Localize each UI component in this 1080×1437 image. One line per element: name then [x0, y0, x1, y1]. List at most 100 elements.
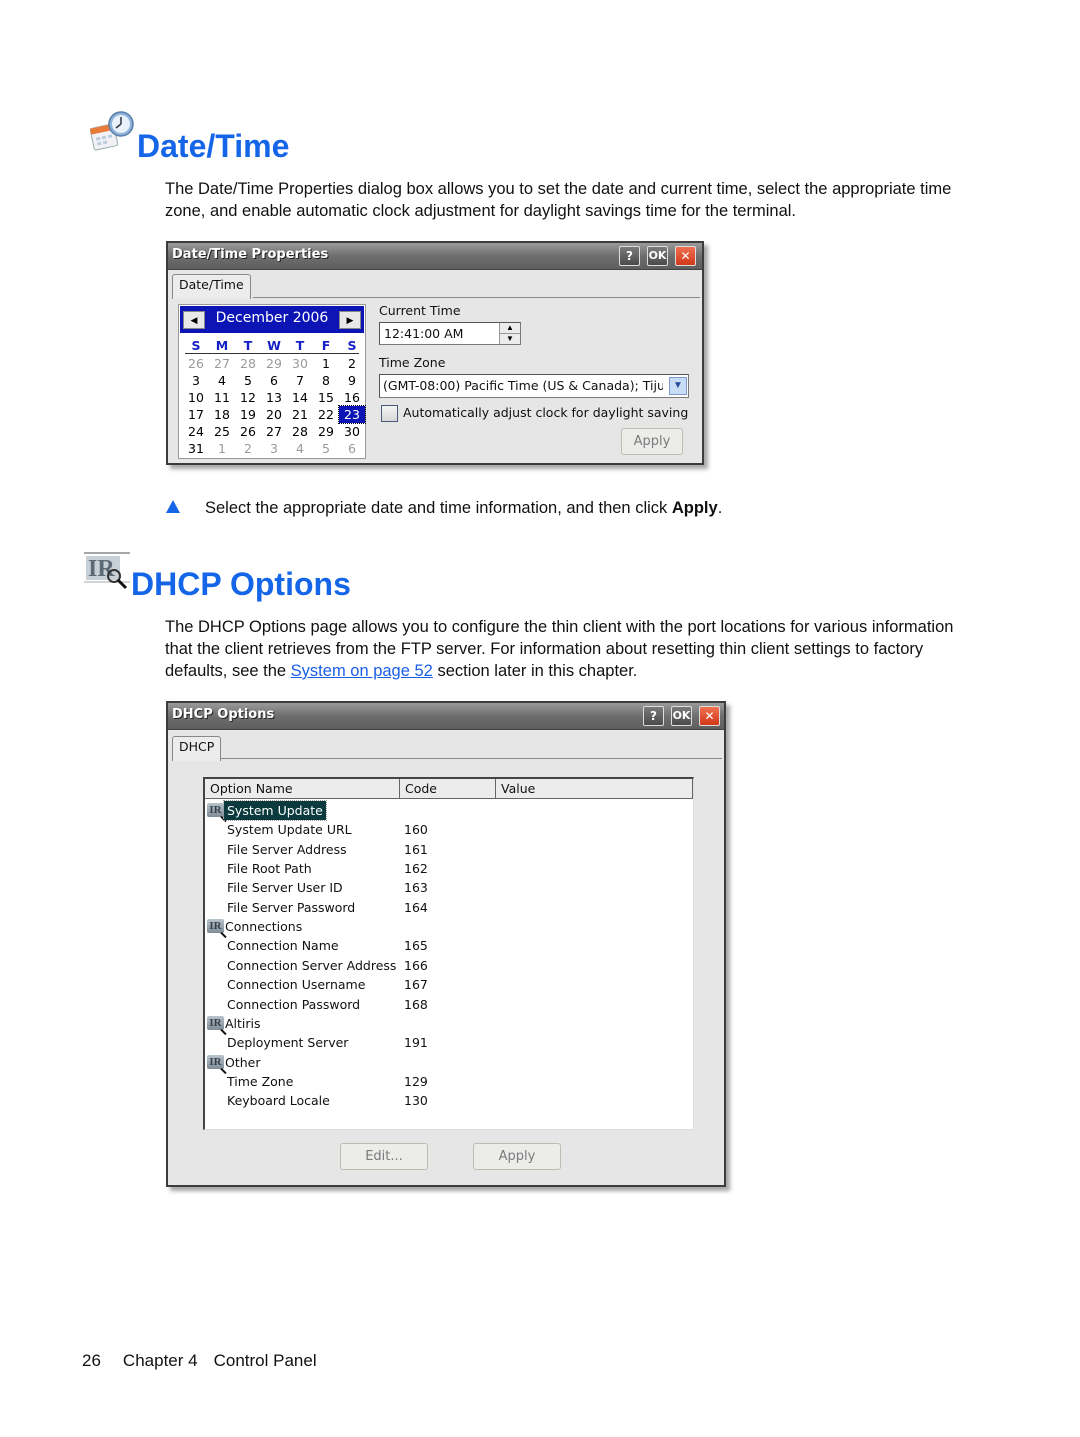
dhcp-options-list[interactable]: Option Name Code Value IR System Update Sy…: [203, 777, 694, 1130]
calendar-day[interactable]: 22: [313, 406, 339, 423]
list-item[interactable]: Keyboard Locale 130: [205, 1091, 691, 1110]
time-up-arrow-icon[interactable]: ▲: [499, 323, 520, 334]
calendar-day[interactable]: 4: [287, 440, 313, 457]
edit-button[interactable]: Edit...: [340, 1143, 428, 1170]
calendar-day[interactable]: 29: [261, 355, 287, 372]
list-item[interactable]: Connection Password 168: [205, 995, 691, 1014]
ok-button[interactable]: OK: [647, 246, 668, 266]
calendar-day[interactable]: 28: [235, 355, 261, 372]
dhcp-description-text-end: section later in this chapter.: [432, 662, 638, 680]
time-zone-label: Time Zone: [379, 355, 446, 370]
time-zone-value: (GMT-08:00) Pacific Time (US & Canada); …: [383, 378, 663, 393]
list-item[interactable]: Connection Name 165: [205, 936, 691, 955]
calendar-day[interactable]: 27: [209, 355, 235, 372]
time-zone-combobox[interactable]: (GMT-08:00) Pacific Time (US & Canada); …: [379, 374, 689, 398]
calendar-day[interactable]: 31: [183, 440, 209, 457]
calendar-day[interactable]: 10: [183, 389, 209, 406]
calendar-day[interactable]: 15: [313, 389, 339, 406]
list-item[interactable]: File Root Path 162: [205, 859, 691, 878]
list-group-row[interactable]: IR System Update: [205, 800, 691, 821]
option-code: 167: [404, 977, 428, 993]
dst-checkbox[interactable]: [381, 405, 398, 422]
calendar-day[interactable]: 7: [287, 372, 313, 389]
list-item[interactable]: Connection Server Address 166: [205, 956, 691, 975]
weekday-header: T: [295, 338, 305, 353]
column-header-value[interactable]: Value: [496, 779, 693, 799]
calendar-day[interactable]: 19: [235, 406, 261, 423]
list-item[interactable]: Time Zone 129: [205, 1072, 691, 1091]
calendar-day[interactable]: 29: [313, 423, 339, 440]
calendar-day[interactable]: 30: [287, 355, 313, 372]
group-magnifier-icon: IR: [207, 1054, 224, 1069]
option-code: 168: [404, 996, 428, 1012]
calendar-day[interactable]: 21: [287, 406, 313, 423]
calendar-day[interactable]: 30: [339, 423, 365, 440]
list-item[interactable]: File Server Address 161: [205, 840, 691, 859]
option-code: 163: [404, 880, 428, 896]
calendar-day-selected[interactable]: 23: [338, 405, 366, 424]
list-item[interactable]: Connection Username 167: [205, 975, 691, 994]
calendar-day[interactable]: 26: [235, 423, 261, 440]
help-button[interactable]: ?: [643, 706, 664, 726]
calendar-day[interactable]: 27: [261, 423, 287, 440]
month-calendar: ◀ December 2006 ▶ S M T W T F S 26 27 28 29 30 1 2 3 4 5…: [178, 304, 366, 459]
calendar-day[interactable]: 6: [261, 372, 287, 389]
tab-datetime[interactable]: Date/Time: [172, 274, 251, 299]
calendar-day[interactable]: 4: [209, 372, 235, 389]
calendar-day[interactable]: 3: [183, 372, 209, 389]
calendar-day[interactable]: 6: [339, 440, 365, 457]
calendar-day[interactable]: 5: [235, 372, 261, 389]
close-button[interactable]: ✕: [699, 706, 720, 726]
calendar-day[interactable]: 18: [209, 406, 235, 423]
option-name: Keyboard Locale: [227, 1093, 330, 1109]
calendar-day[interactable]: 26: [183, 355, 209, 372]
list-item[interactable]: File Server User ID 163: [205, 878, 691, 897]
column-header-code[interactable]: Code: [400, 779, 496, 799]
help-button[interactable]: ?: [619, 246, 640, 266]
next-month-button[interactable]: ▶: [339, 311, 361, 329]
calendar-day[interactable]: 1: [313, 355, 339, 372]
current-time-field[interactable]: 12:41:00 AM ▲ ▼: [379, 322, 521, 345]
system-page-link[interactable]: System on page 52: [291, 662, 433, 680]
calendar-day[interactable]: 25: [209, 423, 235, 440]
calendar-day[interactable]: 9: [339, 372, 365, 389]
calendar-day[interactable]: 20: [261, 406, 287, 423]
ok-button[interactable]: OK: [671, 706, 692, 726]
list-item[interactable]: Deployment Server 191: [205, 1033, 691, 1052]
calendar-day[interactable]: 3: [261, 440, 287, 457]
list-item[interactable]: File Server Password 164: [205, 898, 691, 917]
apply-button[interactable]: Apply: [621, 428, 683, 455]
calendar-day[interactable]: 14: [287, 389, 313, 406]
calendar-day[interactable]: 12: [235, 389, 261, 406]
column-header-option-name[interactable]: Option Name: [205, 779, 400, 799]
option-code: 160: [404, 822, 428, 838]
option-code: 165: [404, 938, 428, 954]
calendar-month-year[interactable]: December 2006: [210, 310, 334, 326]
option-code: 166: [404, 957, 428, 973]
option-name: System Update URL: [227, 822, 352, 838]
apply-button[interactable]: Apply: [473, 1143, 561, 1170]
list-group-row[interactable]: IR Connections: [205, 917, 691, 936]
calendar-day[interactable]: 13: [261, 389, 287, 406]
calendar-day[interactable]: 5: [313, 440, 339, 457]
calendar-day[interactable]: 8: [313, 372, 339, 389]
list-item[interactable]: System Update URL 160: [205, 820, 691, 839]
list-group-row[interactable]: IR Other: [205, 1053, 691, 1072]
calendar-header: ◀ December 2006 ▶: [180, 306, 364, 333]
page-footer: 26 Chapter 4 Control Panel: [82, 1350, 317, 1372]
calendar-day[interactable]: 1: [209, 440, 235, 457]
close-button[interactable]: ✕: [675, 246, 696, 266]
chevron-down-icon[interactable]: ▼: [669, 377, 687, 395]
calendar-day[interactable]: 28: [287, 423, 313, 440]
calendar-day[interactable]: 2: [339, 355, 365, 372]
calendar-day[interactable]: 24: [183, 423, 209, 440]
list-group-row[interactable]: IR Altiris: [205, 1014, 691, 1033]
prev-month-button[interactable]: ◀: [183, 311, 205, 329]
calendar-day[interactable]: 17: [183, 406, 209, 423]
time-down-arrow-icon[interactable]: ▼: [499, 334, 520, 344]
calendar-day[interactable]: 16: [339, 389, 365, 406]
tab-dhcp[interactable]: DHCP: [172, 736, 222, 761]
datetime-dialog: Date/Time Properties ? OK ✕ Date/Time ◀ …: [166, 241, 704, 465]
calendar-day[interactable]: 11: [209, 389, 235, 406]
calendar-day[interactable]: 2: [235, 440, 261, 457]
